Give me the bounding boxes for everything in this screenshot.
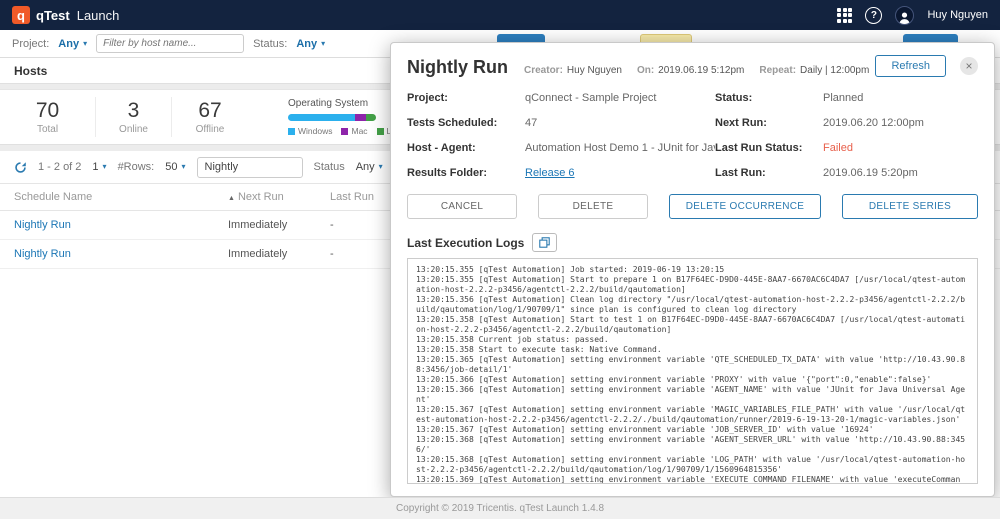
field-label: Status: <box>715 92 823 104</box>
last-execution-logs-label: Last Execution Logs <box>407 236 524 250</box>
project-filter-label: Project: <box>12 38 49 50</box>
status-filter-label: Status: <box>253 38 287 50</box>
field-value-tests-scheduled: 47 <box>525 117 715 129</box>
page: q qTest Launch ? Huy Nguyen Project: Any… <box>0 0 1000 519</box>
delete-button[interactable]: DELETE <box>538 194 648 219</box>
modal-title: Nightly Run <box>407 57 508 78</box>
schedule-name-link[interactable]: Nightly Run <box>14 248 71 260</box>
column-next-run[interactable]: ▲Next Run <box>228 191 330 203</box>
os-bar <box>288 114 376 121</box>
field-label: Host - Agent: <box>407 142 525 154</box>
brand: q qTest Launch <box>12 6 119 24</box>
field-value-project: qConnect - Sample Project <box>525 92 715 104</box>
modal-close-icon[interactable]: × <box>960 57 978 75</box>
field-label: Next Run: <box>715 117 823 129</box>
os-bar-segment <box>355 114 366 121</box>
schedule-name-link[interactable]: Nightly Run <box>14 219 71 231</box>
os-legend-item: Windows <box>288 126 332 136</box>
cancel-button[interactable]: CANCEL <box>407 194 517 219</box>
field-label: Tests Scheduled: <box>407 117 525 129</box>
modal-actions: CANCEL DELETE DELETE OCCURRENCE DELETE S… <box>407 194 978 219</box>
os-bar-segment <box>288 114 355 121</box>
field-value-next-run: 2019.06.20 12:00pm <box>823 117 978 129</box>
field-label: Last Run Status: <box>715 142 823 154</box>
modal-refresh-button[interactable]: Refresh <box>875 55 946 77</box>
app-grid-icon[interactable] <box>837 8 852 23</box>
schedule-search-input[interactable] <box>197 157 303 178</box>
status-filter-dropdown[interactable]: Any▾ <box>296 38 325 50</box>
chevron-down-icon: ▾ <box>321 40 325 48</box>
stat-total: 70 Total <box>0 97 96 136</box>
os-bar-segment <box>366 114 376 121</box>
on-label: On: <box>637 65 654 76</box>
chevron-down-icon: ▾ <box>379 163 383 171</box>
person-icon <box>898 11 911 24</box>
project-filter-dropdown[interactable]: Any▾ <box>58 38 87 50</box>
top-navbar: q qTest Launch ? Huy Nguyen <box>0 0 1000 30</box>
schedule-status-dropdown[interactable]: Any▾ <box>356 161 383 173</box>
creator-value: Huy Nguyen <box>567 65 622 76</box>
legend-swatch-icon <box>341 128 348 135</box>
schedule-detail-modal: Nightly Run Creator: Huy Nguyen On: 2019.0… <box>390 42 995 497</box>
modal-meta: Creator:Huy Nguyen On:2019.06.19 5:12pm … <box>524 65 869 76</box>
sort-asc-icon: ▲ <box>228 195 235 202</box>
user-name[interactable]: Huy Nguyen <box>927 9 988 21</box>
repeat-value: Daily | 12:00pm <box>800 65 869 76</box>
copy-logs-icon[interactable] <box>532 233 557 252</box>
chevron-down-icon: ▾ <box>103 163 107 171</box>
repeat-label: Repeat: <box>759 65 796 76</box>
brand-suffix: Launch <box>77 8 120 23</box>
field-value-host-agent: Automation Host Demo 1 - JUnit for Java … <box>525 142 715 154</box>
chevron-down-icon: ▾ <box>83 40 87 48</box>
brand-name: qTest <box>36 8 70 23</box>
refresh-list-icon[interactable] <box>14 161 27 174</box>
page-select-dropdown[interactable]: 1▾ <box>92 161 106 173</box>
legend-swatch-icon <box>288 128 295 135</box>
creator-label: Creator: <box>524 65 563 76</box>
column-schedule-name[interactable]: Schedule Name <box>14 191 228 203</box>
chevron-down-icon: ▾ <box>182 163 186 171</box>
on-value: 2019.06.19 5:12pm <box>658 65 744 76</box>
user-avatar[interactable] <box>895 6 914 25</box>
delete-occurrence-button[interactable]: DELETE OCCURRENCE <box>669 194 821 219</box>
field-label: Results Folder: <box>407 167 525 179</box>
field-value-status: Planned <box>823 92 978 104</box>
stat-offline: 67 Offline <box>172 97 248 136</box>
field-value-last-run: 2019.06.19 5:20pm <box>823 167 978 179</box>
os-legend-item: Mac <box>341 126 367 136</box>
next-run-cell: Immediately <box>228 248 330 260</box>
field-value-last-run-status: Failed <box>823 142 978 154</box>
modal-fields: Project: qConnect - Sample Project Statu… <box>407 92 978 179</box>
pagination-range: 1 - 2 of 2 <box>38 161 81 173</box>
results-folder-link[interactable]: Release 6 <box>525 167 575 179</box>
rows-label: #Rows: <box>118 161 155 173</box>
legend-swatch-icon <box>377 128 384 135</box>
stat-online: 3 Online <box>96 97 172 136</box>
schedule-status-label: Status <box>314 161 345 173</box>
delete-series-button[interactable]: DELETE SERIES <box>842 194 978 219</box>
qtest-logo-icon: q <box>12 6 30 24</box>
rows-select-dropdown[interactable]: 50▾ <box>165 161 185 173</box>
host-name-filter-input[interactable] <box>96 34 244 53</box>
execution-log-output[interactable]: 13:20:15.355 [qTest Automation] Job star… <box>407 258 978 484</box>
field-label: Project: <box>407 92 525 104</box>
app-footer: Copyright © 2019 Tricentis. qTest Launch… <box>0 497 1000 519</box>
field-label: Last Run: <box>715 167 823 179</box>
help-icon[interactable]: ? <box>865 7 882 24</box>
next-run-cell: Immediately <box>228 219 330 231</box>
